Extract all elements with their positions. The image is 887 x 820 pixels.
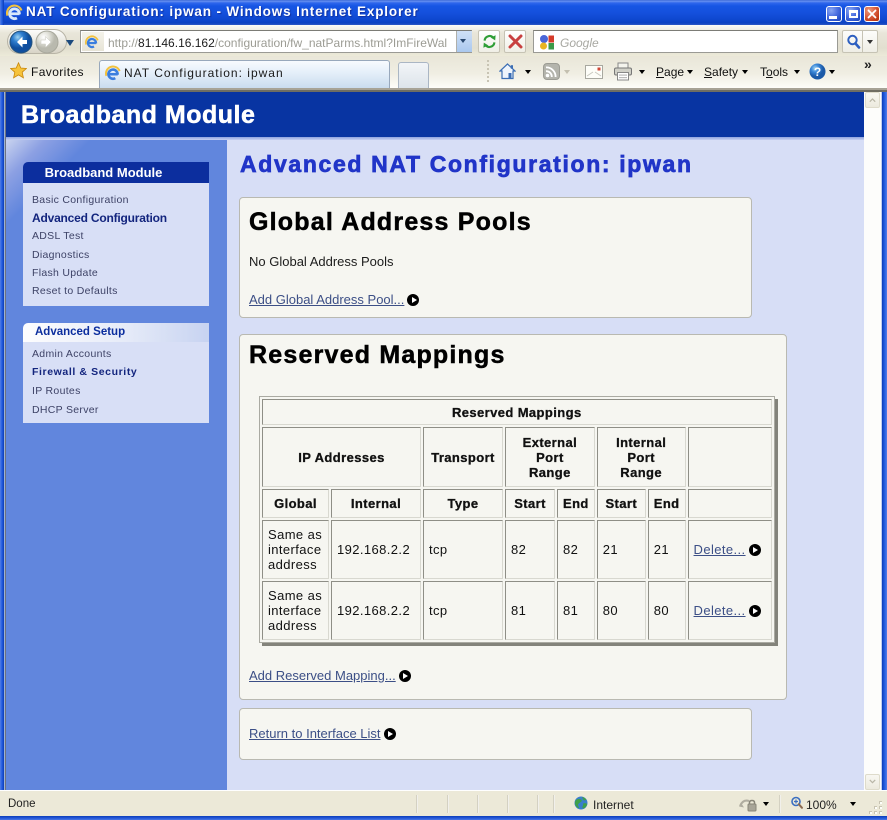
svg-text:?: ? [814, 65, 821, 79]
